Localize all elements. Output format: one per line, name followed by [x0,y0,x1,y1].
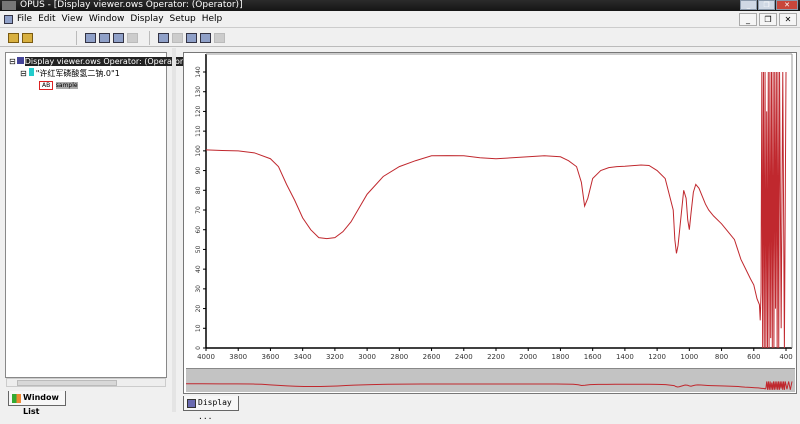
y-tick-label: 10 [195,324,202,332]
x-tick-label: 4000 [197,353,215,361]
y-tick-label: 60 [195,226,202,234]
display-icon [187,399,196,408]
y-tick-label: 140 [195,66,202,78]
x-tick-label: 2200 [487,353,505,361]
x-tick-label: 3800 [229,353,247,361]
x-tick-label: 2000 [519,353,537,361]
x-tick-label: 3000 [358,353,376,361]
x-tick-label: 1000 [680,353,698,361]
y-tick-label: 80 [195,186,202,194]
x-tick-label: 600 [747,353,760,361]
y-tick-label: 100 [195,145,202,157]
y-tick-label: 90 [195,167,202,175]
y-tick-label: 0 [195,346,202,350]
x-tick-label: 2400 [455,353,473,361]
x-tick-label: 2800 [390,353,408,361]
x-tick-label: 1800 [552,353,570,361]
x-tick-label: 1400 [616,353,634,361]
x-tick-label: 2600 [423,353,441,361]
overview-strip[interactable] [186,368,795,392]
y-tick-label: 20 [195,305,202,313]
y-tick-label: 110 [195,125,202,137]
x-tick-label: 400 [779,353,792,361]
spectrum-chart[interactable]: 4000 3800 3600 3400 3200 3000 2800 2600 2400 2200… [0,0,800,412]
x-tick-label: 800 [715,353,728,361]
x-tick-label: 1200 [648,353,666,361]
y-tick-label: 70 [195,206,202,214]
x-tick-label: 3600 [262,353,280,361]
tab-display-label: Display ... [198,398,232,421]
x-tick-label: 3200 [326,353,344,361]
x-tick-label: 3400 [294,353,312,361]
y-tick-label: 40 [195,265,202,273]
y-tick-label: 130 [195,86,202,98]
x-tick-label: 1600 [584,353,602,361]
y-tick-label: 50 [195,245,202,253]
spectrum-line [206,71,787,348]
y-tick-label: 120 [195,106,202,118]
y-tick-label: 30 [195,285,202,293]
tab-display[interactable]: Display ... [183,396,239,421]
